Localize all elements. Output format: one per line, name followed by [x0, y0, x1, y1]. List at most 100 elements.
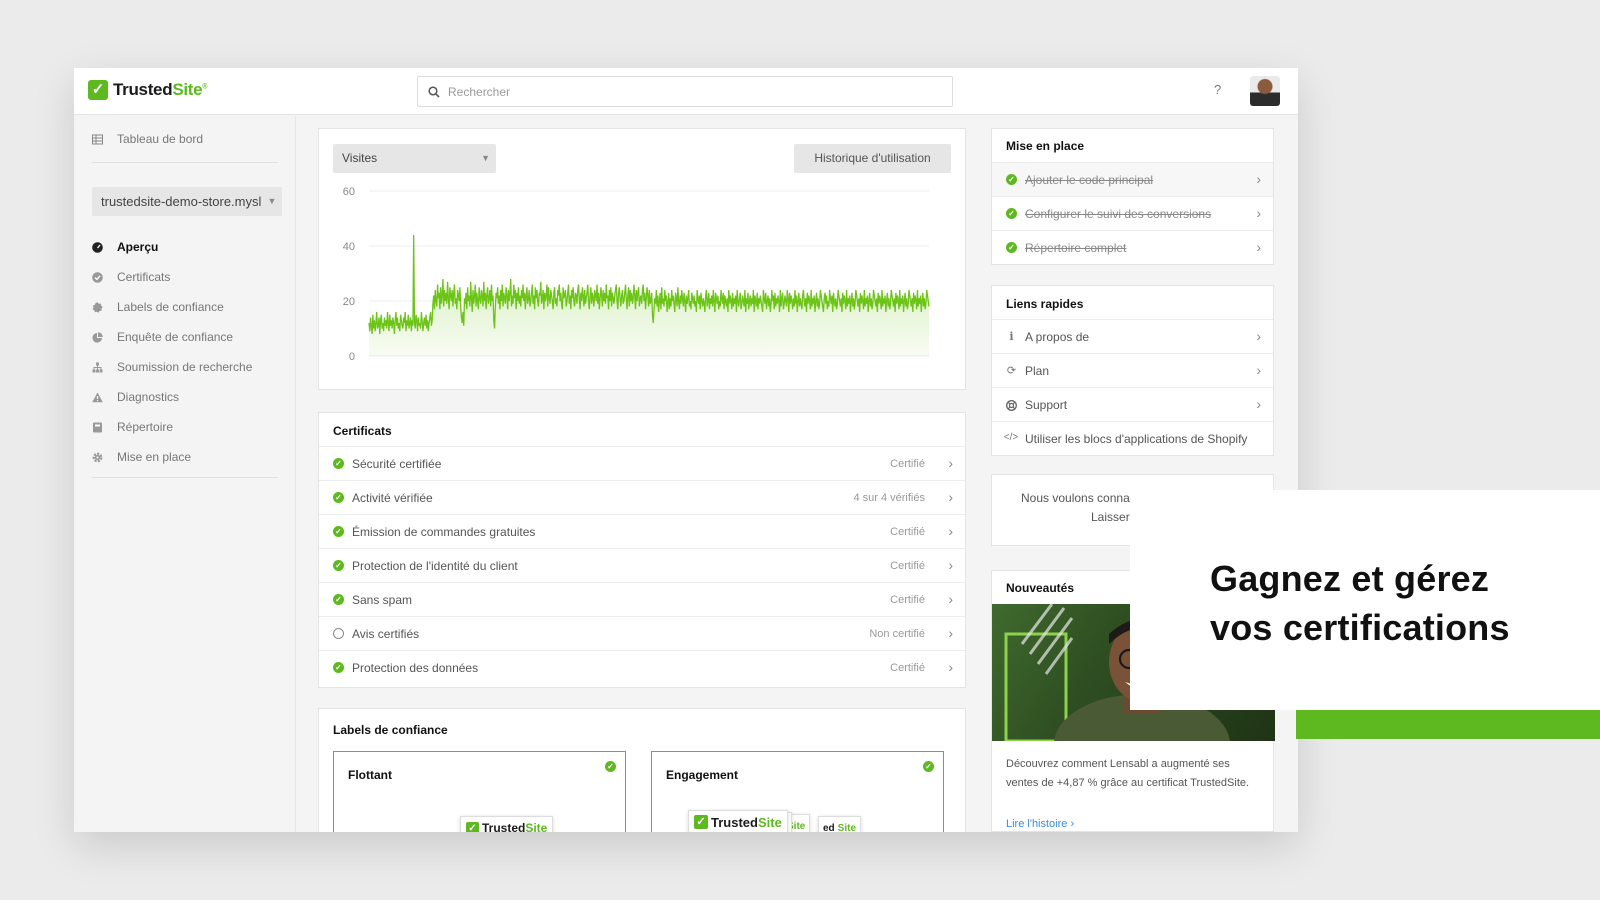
sidebar-item-label: Soumission de recherche — [117, 360, 253, 374]
trustedsite-logo[interactable]: ✓ TrustedSite® — [88, 80, 207, 100]
sidebar-item-label: Diagnostics — [117, 390, 180, 404]
sidebar-item-label: Mise en place — [117, 450, 192, 464]
quick-link-support[interactable]: Support › — [992, 387, 1273, 421]
setup-step-row[interactable]: ✓ Répertoire complet › — [992, 230, 1273, 264]
feedback-link[interactable]: Laisser — [1091, 510, 1130, 524]
check-circle-icon: ✓ — [333, 458, 344, 469]
badge-text: TrustedSite — [482, 821, 548, 832]
news-text: Découvrez comment Lensabl a augmenté ses… — [1006, 758, 1250, 789]
sidebar-item-label: Tableau de bord — [117, 132, 204, 146]
sidebar-nav: Aperçu Certificats Labels de confiance E… — [92, 232, 252, 472]
sidebar-item-enquete[interactable]: Enquête de confiance — [92, 322, 252, 352]
setup-step-label: Ajouter le code principal — [1025, 173, 1154, 187]
chevron-right-icon: › — [1256, 362, 1261, 378]
top-bar: ✓ TrustedSite® ? — [74, 68, 1298, 115]
floating-badge-preview: ✓ TrustedSite — [460, 816, 554, 832]
engagement-badge-preview: edSite — [818, 816, 862, 832]
label-option-flottant[interactable]: Flottant ✓ ✓ TrustedSite — [333, 751, 626, 832]
news-read-more-link[interactable]: Lire l'histoire › — [1006, 818, 1074, 830]
book-icon — [93, 422, 102, 432]
usage-history-button[interactable]: Historique d'utilisation — [794, 144, 951, 173]
check-circle-icon: ✓ — [333, 560, 344, 571]
visits-area-chart: 60 40 20 0 — [343, 186, 930, 363]
chevron-right-icon: › — [948, 455, 953, 471]
quick-links-title: Liens rapides — [1006, 297, 1084, 311]
certificate-row[interactable]: ✓ Sans spam Certifié › — [319, 582, 965, 616]
certificate-label: Sans spam — [352, 593, 413, 607]
certificate-status: 4 sur 4 vérifiés — [853, 492, 925, 504]
pie-chart-icon — [92, 331, 103, 343]
setup-step-row[interactable]: ✓ Ajouter le code principal › — [992, 162, 1273, 196]
certificate-status: Certifié — [890, 594, 925, 606]
chevron-right-icon: › — [948, 625, 953, 641]
search-bar[interactable] — [417, 76, 953, 107]
y-tick-label: 20 — [343, 296, 355, 308]
y-tick-label: 60 — [343, 186, 355, 198]
chevron-right-icon: › — [1256, 171, 1261, 187]
badge-check-icon: ✓ — [694, 815, 708, 829]
certificate-label: Émission de commandes gratuites — [352, 525, 536, 539]
sidebar-item-certificats[interactable]: Certificats — [92, 262, 252, 292]
promo-headline-line-2: vos certifications — [1210, 607, 1510, 648]
dashboard-gauge-icon — [92, 241, 103, 253]
search-input[interactable] — [448, 84, 928, 99]
sitemap-icon — [92, 362, 103, 372]
metric-select[interactable]: Visites ▼ — [333, 144, 496, 173]
quick-link-label: Utiliser les blocs d'applications de Sho… — [1025, 432, 1248, 446]
sidebar-item-mise-en-place[interactable]: Mise en place — [92, 442, 252, 472]
certificate-row[interactable]: ✓ Sécurité certifiée Certifié › — [319, 446, 965, 480]
check-circle-icon: ✓ — [333, 594, 344, 605]
chevron-right-icon: › — [1256, 239, 1261, 255]
label-option-engagement[interactable]: Engagement ✓ edSite tedSite edSite ✓ Tru… — [651, 751, 944, 832]
check-circle-icon — [92, 271, 103, 283]
quick-link-label: A propos de — [1025, 330, 1090, 344]
certificate-row[interactable]: ✓ Protection de l'identité du client Certi… — [319, 548, 965, 582]
y-tick-label: 40 — [343, 241, 355, 253]
user-avatar[interactable] — [1250, 76, 1280, 106]
table-grid-icon — [92, 134, 103, 144]
certificate-row[interactable]: ✓ Émission de commandes gratuites Certifié… — [319, 514, 965, 548]
sidebar-item-apercu[interactable]: Aperçu — [92, 232, 252, 262]
chevron-down-icon: ▼ — [262, 187, 282, 216]
label-option-title: Engagement — [666, 768, 739, 782]
sidebar: Tableau de bord trustedsite-demo-store.m… — [74, 116, 296, 832]
selected-check-icon: ✓ — [923, 761, 934, 772]
logo-check-icon: ✓ — [88, 80, 108, 100]
promo-accent-bar — [1296, 709, 1600, 739]
sidebar-item-diagnostics[interactable]: Diagnostics — [92, 382, 252, 412]
certificate-row[interactable]: Avis certifiés Non certifié › — [319, 616, 965, 650]
app-window: ✓ TrustedSite® ? Tableau de bord trusted… — [74, 68, 1298, 832]
sidebar-item-labels[interactable]: Labels de confiance — [92, 292, 252, 322]
certificate-row[interactable]: ✓ Activité vérifiée 4 sur 4 vérifiés › — [319, 480, 965, 514]
warning-triangle-icon — [92, 392, 103, 402]
certificate-label: Protection des données — [352, 661, 479, 675]
sidebar-item-dashboard[interactable]: Tableau de bord — [92, 132, 203, 146]
quick-links-card: Liens rapides i A propos de › ⟳ Plan › S… — [991, 285, 1274, 456]
help-button[interactable]: ? — [1214, 82, 1221, 97]
sidebar-item-label: Aperçu — [117, 240, 159, 254]
store-select[interactable]: trustedsite-demo-store.mysl ▼ — [92, 187, 282, 216]
chevron-right-icon: › — [948, 659, 953, 675]
chevron-right-icon: › — [1256, 205, 1261, 221]
search-icon — [428, 85, 440, 98]
logo-text: TrustedSite® — [113, 80, 208, 99]
sidebar-divider — [92, 477, 278, 478]
sidebar-item-soumission[interactable]: Soumission de recherche — [92, 352, 252, 382]
quick-link-label: Plan — [1025, 364, 1050, 378]
promo-headline-line-1: Gagnez et gérez — [1210, 558, 1490, 599]
certificate-label: Avis certifiés — [352, 627, 420, 641]
check-circle-icon: ✓ — [1006, 242, 1017, 253]
quick-link-plan[interactable]: ⟳ Plan › — [992, 353, 1273, 387]
info-icon: i — [1009, 330, 1014, 343]
chevron-down-icon: ▼ — [481, 153, 490, 163]
sidebar-item-repertoire[interactable]: Répertoire — [92, 412, 252, 442]
certificate-row[interactable]: ✓ Protection des données Certifié › — [319, 650, 965, 684]
setup-step-row[interactable]: ✓ Configurer le suivi des conversions › — [992, 196, 1273, 230]
engagement-badge-preview: ✓ TrustedSite — [688, 810, 788, 832]
chevron-right-icon: › — [948, 523, 953, 539]
badge-seal-icon — [92, 301, 103, 313]
badge-text: TrustedSite — [711, 814, 782, 830]
quick-link-about[interactable]: i A propos de › — [992, 319, 1273, 353]
quick-link-shopify-blocks[interactable]: </> Utiliser les blocs d'applications de… — [992, 421, 1273, 455]
certificate-label: Protection de l'identité du client — [352, 559, 518, 573]
